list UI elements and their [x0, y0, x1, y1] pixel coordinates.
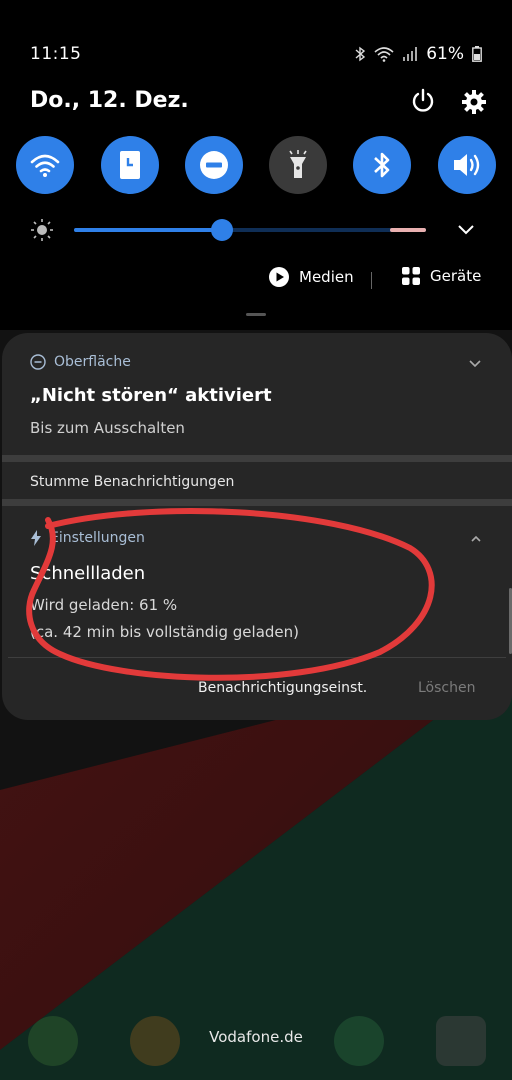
media-label: Medien — [299, 268, 354, 286]
clock: 11:15 — [30, 44, 82, 64]
media-button[interactable]: Medien — [268, 266, 354, 288]
group-separator — [2, 455, 512, 462]
notification-app-name: Oberfläche — [54, 354, 131, 370]
qs-do-not-disturb-toggle[interactable] — [185, 136, 243, 194]
brightness-sun-icon — [31, 219, 53, 241]
speaker-icon — [454, 154, 480, 176]
wifi-icon — [374, 47, 394, 62]
notification-panel: Oberfläche „Nicht stören“ aktiviert Bis … — [2, 333, 512, 720]
devices-button[interactable]: Geräte — [401, 266, 481, 286]
chevron-down-icon[interactable] — [468, 359, 482, 369]
notification-title[interactable]: Schnellladen — [30, 563, 145, 584]
minus-circle-icon — [200, 151, 228, 179]
notification-app-header: Oberfläche — [30, 354, 131, 370]
media-devices-row: Medien Geräte — [0, 266, 512, 296]
power-icon[interactable] — [410, 88, 436, 114]
whatsapp-app-icon[interactable] — [334, 1016, 384, 1066]
bluetooth-icon — [355, 46, 366, 62]
qs-flashlight-toggle[interactable] — [269, 136, 327, 194]
qs-bluetooth-toggle[interactable] — [353, 136, 411, 194]
status-bar: 11:15 61% Do., 12. Dez. — [0, 0, 512, 114]
silent-notifications-header: Stumme Benachrichtigungen — [30, 474, 235, 490]
status-icons: 61% — [354, 44, 482, 64]
notification-text-secondary: (ca. 42 min bis vollständig geladen) — [30, 623, 299, 641]
brightness-slider-fill — [74, 228, 222, 232]
notification-divider — [8, 657, 506, 658]
chevron-up-icon[interactable] — [470, 535, 482, 543]
lightning-icon — [31, 530, 41, 546]
qs-wifi-toggle[interactable] — [16, 136, 74, 194]
shade-handle[interactable] — [246, 313, 266, 316]
media-separator — [371, 272, 372, 289]
notification-title[interactable]: „Nicht stören“ aktiviert — [30, 385, 272, 406]
signal-icon — [403, 47, 418, 61]
notification-text: Bis zum Ausschalten — [30, 419, 185, 437]
brightness-slider-warm-end — [390, 228, 426, 232]
gear-icon[interactable] — [461, 89, 487, 115]
brightness-slider-thumb[interactable] — [210, 219, 233, 241]
notification-app-name: Einstellungen — [50, 530, 145, 546]
camera-app-icon[interactable] — [436, 1016, 486, 1066]
brightness-control — [0, 210, 512, 250]
brightness-slider[interactable] — [74, 228, 426, 232]
chevron-down-icon[interactable] — [457, 222, 475, 236]
notification-settings-button[interactable]: Benachrichtigungseinst. — [198, 680, 367, 696]
flashlight-icon — [289, 150, 307, 178]
battery-percent: 61% — [426, 44, 464, 64]
devices-grid-icon — [402, 267, 420, 285]
quick-settings-row — [0, 136, 512, 196]
clear-button[interactable]: Löschen — [418, 680, 475, 696]
qs-sound-toggle[interactable] — [438, 136, 496, 194]
group-separator — [2, 499, 512, 506]
bluetooth-icon — [374, 152, 390, 178]
play-circle-icon — [269, 267, 289, 287]
devices-label: Geräte — [430, 267, 482, 285]
wifi-icon — [30, 154, 60, 177]
qs-screen-lock-toggle[interactable] — [101, 136, 159, 194]
phone-portrait-icon — [120, 151, 140, 179]
minus-circle-icon — [30, 354, 46, 370]
notification-app-header: Einstellungen — [30, 530, 145, 546]
date-label: Do., 12. Dez. — [30, 88, 189, 113]
notification-text: Wird geladen: 61 % — [30, 596, 178, 614]
battery-icon — [472, 46, 482, 62]
